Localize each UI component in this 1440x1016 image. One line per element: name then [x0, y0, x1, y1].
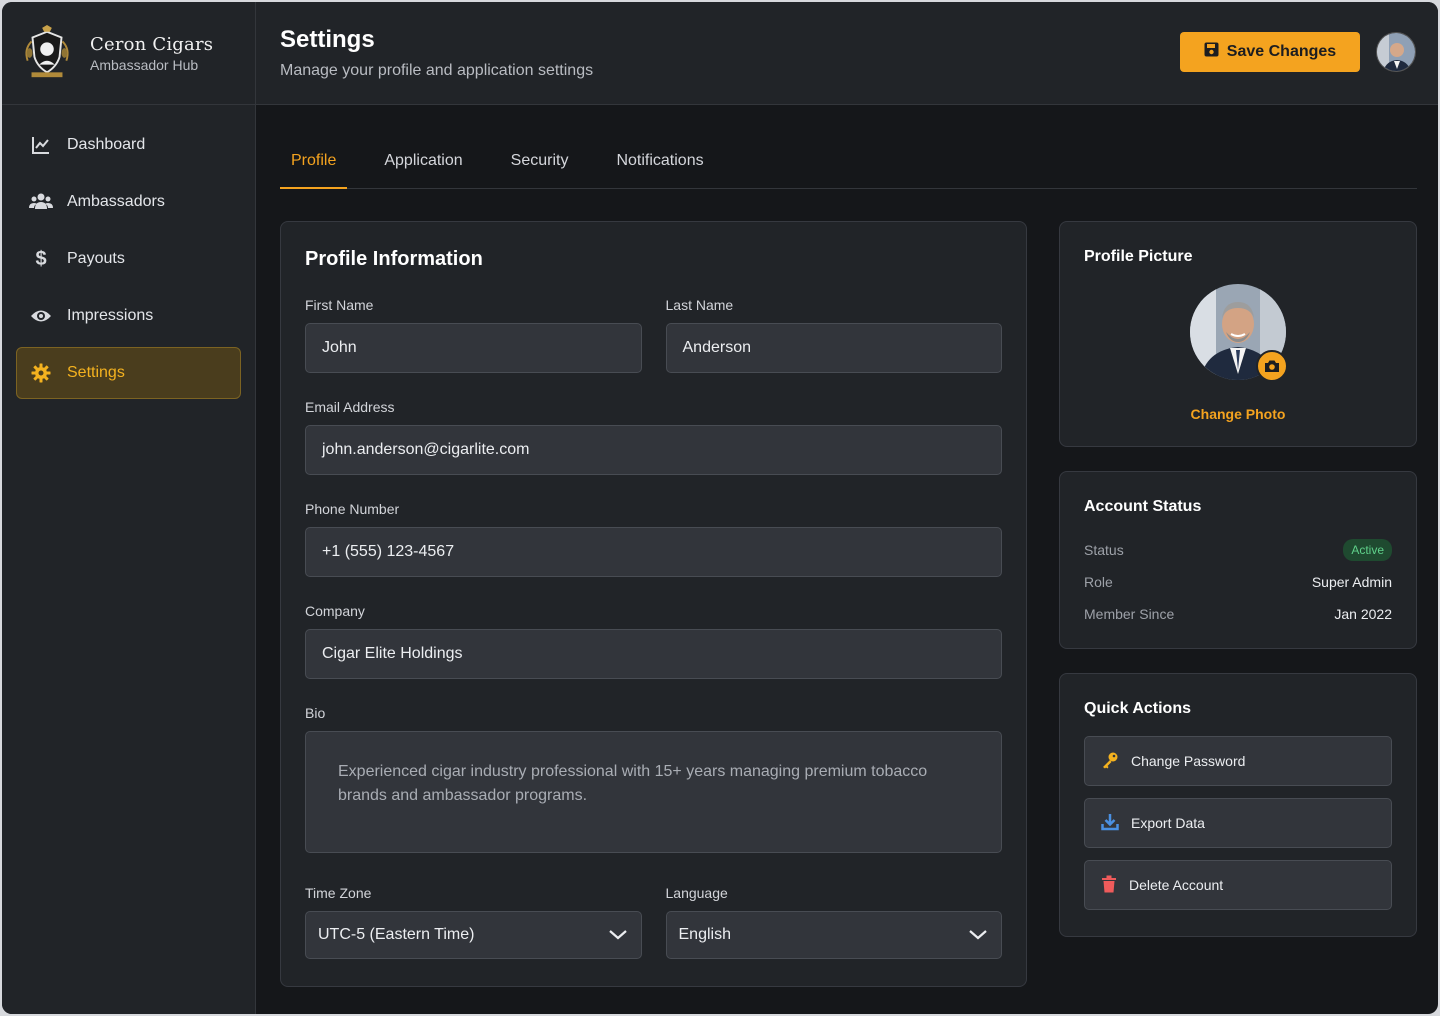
bio-textarea[interactable]: Experienced cigar industry professional …: [305, 731, 1002, 853]
page-subtitle: Manage your profile and application sett…: [280, 62, 594, 79]
email-field[interactable]: john.anderson@cigarlite.com: [305, 425, 1002, 475]
profile-picture[interactable]: [1190, 284, 1288, 382]
sidebar-item-impressions[interactable]: Impressions: [16, 290, 241, 342]
company-field[interactable]: Cigar Elite Holdings: [305, 629, 1002, 679]
sidebar-item-label: Ambassadors: [67, 193, 165, 210]
dollar-icon: $: [35, 247, 47, 270]
save-icon: [1204, 42, 1219, 62]
export-data-label: Export Data: [1131, 815, 1205, 831]
first-name-field[interactable]: John: [305, 323, 642, 373]
save-changes-button[interactable]: Save Changes: [1180, 32, 1360, 72]
page-title: Settings: [280, 26, 375, 53]
change-password-label: Change Password: [1131, 753, 1246, 769]
member-since-label: Member Since: [1084, 606, 1175, 622]
delete-account-button[interactable]: Delete Account: [1084, 860, 1392, 910]
language-select[interactable]: English: [665, 911, 1002, 959]
tab-notifications[interactable]: Notifications: [605, 129, 714, 188]
topbar: Settings Manage your profile and applica…: [256, 2, 1438, 105]
sidebar-item-label: Payouts: [67, 250, 125, 267]
change-password-button[interactable]: Change Password: [1084, 736, 1392, 786]
sidebar-item-label: Settings: [67, 364, 125, 381]
sidebar-item-label: Dashboard: [67, 136, 146, 153]
app-window: Ceron Cigars Ambassador Hub Dashboard Am…: [2, 2, 1438, 1014]
sidebar-item-ambassadors[interactable]: Ambassadors: [16, 176, 241, 228]
user-avatar[interactable]: [1376, 32, 1416, 72]
profile-picture-title: Profile Picture: [1084, 248, 1193, 265]
first-name-label: First Name: [305, 297, 374, 313]
status-label: Status: [1084, 542, 1124, 558]
email-label: Email Address: [305, 399, 395, 415]
main-area: Settings Manage your profile and applica…: [256, 2, 1438, 1014]
brand[interactable]: Ceron Cigars Ambassador Hub: [2, 2, 255, 105]
settings-content: Profile Application Security Notificatio…: [256, 105, 1438, 987]
timezone-label: Time Zone: [305, 885, 372, 901]
change-photo-link[interactable]: Change Photo: [1084, 406, 1392, 422]
role-value: Super Admin: [1311, 574, 1392, 590]
quick-actions-title: Quick Actions: [1084, 700, 1191, 717]
status-row: Status Active: [1084, 539, 1392, 561]
locale-row: Time Zone UTC-5 (Eastern Time) Language …: [305, 885, 1002, 959]
sidebar: Ceron Cigars Ambassador Hub Dashboard Am…: [2, 2, 256, 1014]
sidebar-item-payouts[interactable]: $ Payouts: [16, 233, 241, 285]
settings-columns: Profile Information First Name John Last…: [280, 221, 1417, 987]
eye-icon: [29, 308, 53, 324]
settings-side-column: Profile Picture Change Photo Account Sta…: [1059, 221, 1417, 987]
profile-picture-card: Profile Picture Change Photo: [1059, 221, 1417, 447]
download-icon: [1101, 813, 1119, 834]
trash-icon: [1101, 875, 1117, 896]
tab-application[interactable]: Application: [373, 129, 473, 188]
member-since-row: Member Since Jan 2022: [1084, 604, 1392, 624]
tab-security[interactable]: Security: [500, 129, 580, 188]
quick-actions-card: Quick Actions Change Password Export Dat…: [1059, 673, 1417, 937]
last-name-field[interactable]: Anderson: [665, 323, 1002, 373]
sidebar-nav: Dashboard Ambassadors $ Payouts Impressi…: [2, 105, 255, 418]
chevron-down-icon: [969, 930, 987, 940]
name-row: First Name John Last Name Anderson: [305, 297, 1002, 373]
save-changes-label: Save Changes: [1226, 43, 1337, 60]
role-label: Role: [1084, 574, 1113, 590]
chart-line-icon: [29, 135, 53, 155]
status-badge: Active: [1343, 539, 1392, 561]
settings-tabs: Profile Application Security Notificatio…: [280, 129, 1417, 189]
timezone-value: UTC-5 (Eastern Time): [318, 926, 475, 943]
brand-subtitle: Ambassador Hub: [90, 56, 199, 73]
phone-label: Phone Number: [305, 501, 400, 517]
sidebar-item-settings[interactable]: Settings: [16, 347, 241, 399]
language-value: English: [678, 926, 731, 943]
users-icon: [29, 192, 53, 212]
profile-information-title: Profile Information: [305, 248, 483, 270]
chevron-down-icon: [608, 930, 627, 940]
account-status-card: Account Status Status Active Role Super …: [1059, 471, 1417, 649]
timezone-select[interactable]: UTC-5 (Eastern Time): [305, 911, 642, 959]
company-label: Company: [305, 603, 365, 619]
delete-account-label: Delete Account: [1129, 877, 1224, 893]
sidebar-item-label: Impressions: [67, 307, 154, 324]
brand-logo-icon: [25, 24, 69, 78]
last-name-label: Last Name: [665, 297, 734, 313]
export-data-button[interactable]: Export Data: [1084, 798, 1392, 848]
key-icon: [1101, 751, 1119, 772]
account-status-title: Account Status: [1084, 498, 1202, 515]
sidebar-item-dashboard[interactable]: Dashboard: [16, 119, 241, 171]
profile-information-card: Profile Information First Name John Last…: [280, 221, 1027, 987]
language-label: Language: [665, 885, 728, 901]
tab-profile[interactable]: Profile: [280, 129, 348, 189]
member-since-value: Jan 2022: [1334, 606, 1392, 622]
camera-icon[interactable]: [1256, 350, 1288, 382]
brand-name: Ceron Cigars: [90, 33, 214, 55]
bio-label: Bio: [305, 705, 326, 721]
gear-icon: [29, 363, 53, 383]
role-row: Role Super Admin: [1084, 572, 1392, 592]
phone-field[interactable]: +1 (555) 123-4567: [305, 527, 1002, 577]
